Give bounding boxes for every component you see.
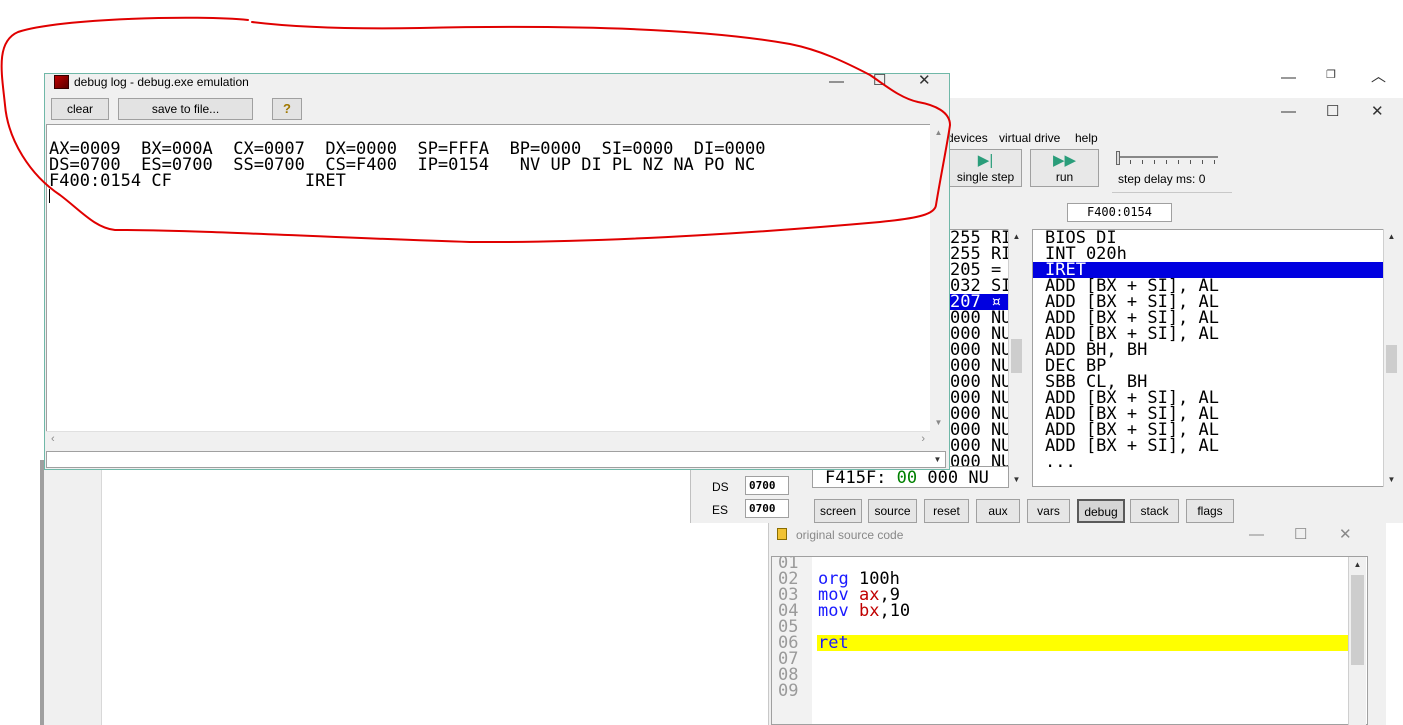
restore-icon[interactable]: ❐ bbox=[1326, 68, 1336, 83]
readout-rest: 000 NU bbox=[917, 468, 989, 488]
code-token: ret bbox=[818, 633, 849, 653]
memory-list[interactable]: 255 RI 255 RI 205 = 032 SI 207 ¤ 000 NU 000 NU… bbox=[950, 229, 1012, 487]
chevron-up-icon[interactable]: ︿ bbox=[1371, 69, 1386, 84]
save-to-file-button[interactable]: save to file... bbox=[118, 98, 253, 120]
bottom-button-debug[interactable]: debug bbox=[1077, 499, 1125, 523]
register-ds-field[interactable]: 0700 bbox=[745, 476, 789, 495]
clear-button[interactable]: clear bbox=[51, 98, 109, 120]
maximize-icon[interactable]: ☐ bbox=[873, 73, 886, 88]
bottom-button-reset[interactable]: reset bbox=[924, 499, 969, 523]
line-code: mov bx,10 bbox=[818, 601, 911, 621]
disassembly-list[interactable]: BIOS DI INT 020h IRET ADD [BX + SI], AL ADD … bbox=[1032, 229, 1384, 487]
scroll-down-icon[interactable]: ▼ bbox=[1384, 475, 1399, 484]
code-token: bx bbox=[858, 601, 880, 621]
slider-ticks bbox=[1118, 160, 1218, 164]
scroll-down-icon[interactable]: ▼ bbox=[1009, 475, 1024, 484]
disassembly-row[interactable]: ... bbox=[1033, 454, 1384, 471]
memory-scrollbar[interactable]: ▲ ▼ bbox=[1008, 229, 1024, 487]
bottom-button-vars[interactable]: vars bbox=[1027, 499, 1070, 523]
close-icon[interactable]: ✕ bbox=[1339, 527, 1352, 542]
current-line-highlight bbox=[817, 635, 1349, 651]
register-es-field[interactable]: 0700 bbox=[745, 499, 789, 518]
line-number: 09 bbox=[778, 681, 799, 701]
register-label-ds: DS bbox=[712, 480, 729, 494]
maximize-icon[interactable]: ☐ bbox=[1326, 104, 1339, 119]
bottom-button-aux[interactable]: aux bbox=[976, 499, 1020, 523]
line-code: ret bbox=[818, 633, 849, 653]
address-field[interactable]: F400:0154 bbox=[1067, 203, 1172, 222]
register-label-es: ES bbox=[712, 503, 729, 517]
code-token: mov bbox=[818, 601, 849, 621]
scroll-up-icon[interactable]: ▲ bbox=[930, 128, 947, 137]
chevron-down-icon[interactable]: ▼ bbox=[930, 452, 945, 467]
disassembly-scrollbar[interactable]: ▲ ▼ bbox=[1383, 229, 1399, 487]
debug-window-title: debug log - debug.exe emulation bbox=[74, 75, 249, 89]
minimize-icon[interactable]: — bbox=[1281, 70, 1296, 85]
source-scrollbar[interactable]: ▲ bbox=[1348, 557, 1366, 725]
bottom-button-stack[interactable]: stack bbox=[1130, 499, 1179, 523]
help-icon[interactable]: ? bbox=[272, 98, 302, 120]
code-token: ,10 bbox=[879, 601, 911, 621]
step-delay-label: step delay ms: 0 bbox=[1118, 172, 1206, 186]
run-button[interactable]: ▶▶ run bbox=[1030, 149, 1099, 187]
scroll-up-icon[interactable]: ▲ bbox=[1384, 232, 1399, 241]
debug-log-output[interactable]: AX=0009 BX=000A CX=0007 DX=0000 SP=FFFA … bbox=[46, 124, 930, 431]
minimize-icon[interactable]: — bbox=[829, 74, 844, 89]
log-line-instruction: F400:0154 CF IRET bbox=[49, 171, 346, 191]
debug-app-icon bbox=[54, 75, 69, 89]
bottom-button-source[interactable]: source bbox=[868, 499, 917, 523]
minimize-icon[interactable]: — bbox=[1281, 104, 1296, 119]
close-icon[interactable]: ✕ bbox=[1371, 104, 1384, 119]
maximize-icon[interactable]: ☐ bbox=[1294, 527, 1307, 542]
scroll-thumb[interactable] bbox=[1011, 339, 1022, 373]
disassembly-row[interactable]: ADD [BX + SI], AL bbox=[1033, 438, 1384, 455]
menu-devices[interactable]: devices bbox=[947, 131, 988, 145]
scroll-thumb[interactable] bbox=[1386, 345, 1397, 373]
scroll-thumb[interactable] bbox=[1351, 575, 1364, 665]
scroll-right-icon[interactable]: › bbox=[921, 433, 925, 445]
command-input[interactable] bbox=[46, 451, 946, 468]
text-caret bbox=[49, 189, 50, 203]
divider bbox=[1112, 192, 1232, 193]
readout-value: 00 bbox=[896, 468, 918, 488]
menu-help[interactable]: help bbox=[1075, 131, 1098, 145]
log-horizontal-scrollbar[interactable]: ‹ › bbox=[46, 431, 930, 448]
close-icon[interactable]: ✕ bbox=[918, 73, 931, 88]
bottom-button-screen[interactable]: screen bbox=[814, 499, 862, 523]
scroll-down-icon[interactable]: ▼ bbox=[930, 418, 947, 427]
run-icon: ▶▶ bbox=[1052, 152, 1077, 169]
log-vertical-scrollbar[interactable]: ▲ ▼ bbox=[930, 124, 947, 431]
step-delay-slider[interactable] bbox=[1118, 156, 1218, 158]
source-editor[interactable]: 01 02 org 100h 03 mov ax,9 04 mov bx,10 05 06 ret… bbox=[771, 556, 1368, 725]
scroll-left-icon[interactable]: ‹ bbox=[51, 433, 55, 445]
scroll-up-icon[interactable]: ▲ bbox=[1349, 560, 1366, 569]
slider-thumb[interactable] bbox=[1116, 151, 1120, 165]
step-icon: ▶| bbox=[977, 152, 994, 169]
background-window-edge bbox=[40, 460, 44, 725]
background-window-strip bbox=[40, 460, 102, 725]
readout-address: F415F: bbox=[825, 468, 887, 488]
menu-virtual-drive[interactable]: virtual drive bbox=[999, 131, 1060, 145]
minimize-icon[interactable]: — bbox=[1249, 527, 1264, 542]
bottom-button-flags[interactable]: flags bbox=[1186, 499, 1234, 523]
single-step-button[interactable]: ▶| single step bbox=[949, 149, 1022, 187]
scroll-up-icon[interactable]: ▲ bbox=[1009, 232, 1024, 241]
source-file-icon bbox=[777, 528, 787, 540]
source-window-title: original source code bbox=[796, 528, 904, 542]
